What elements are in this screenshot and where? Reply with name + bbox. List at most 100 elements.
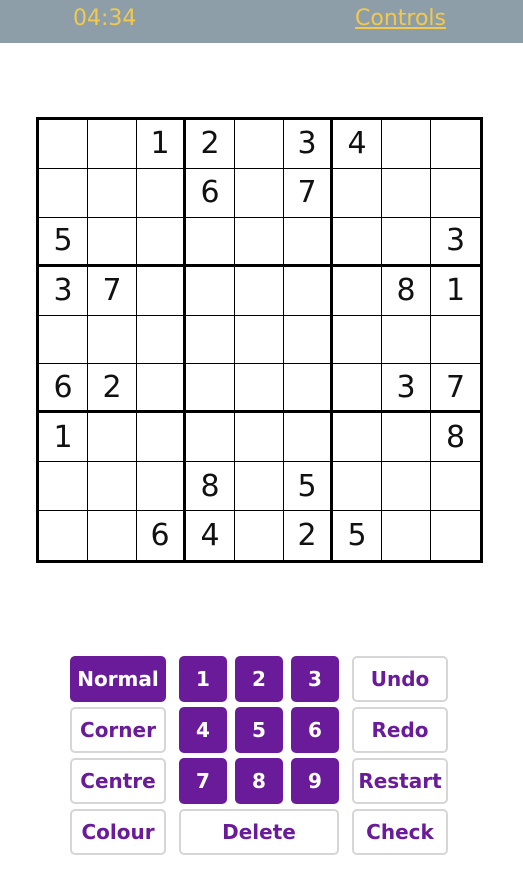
digit-5-button[interactable]: 5 xyxy=(235,707,283,753)
grid-cell-r6c8[interactable]: 3 xyxy=(382,364,431,414)
grid-cell-r1c7[interactable]: 4 xyxy=(333,120,382,169)
grid-cell-r3c6[interactable] xyxy=(284,217,333,267)
grid-cell-r3c5[interactable] xyxy=(235,217,284,267)
grid-cell-r2c8[interactable] xyxy=(382,168,431,218)
grid-cell-r8c5[interactable] xyxy=(235,462,284,512)
grid-cell-r5c2[interactable] xyxy=(88,315,137,365)
grid-cell-r4c1[interactable]: 3 xyxy=(39,266,88,316)
grid-cell-r1c3[interactable]: 1 xyxy=(137,120,186,169)
grid-cell-r3c9[interactable]: 3 xyxy=(431,218,480,267)
grid-cell-r2c7[interactable] xyxy=(333,168,382,218)
grid-cell-r7c6[interactable] xyxy=(284,413,333,463)
undo-button[interactable]: Undo xyxy=(352,656,448,702)
grid-cell-r9c9[interactable] xyxy=(431,511,480,560)
grid-cell-r9c1[interactable] xyxy=(39,511,88,560)
grid-cell-r1c6[interactable]: 3 xyxy=(284,120,333,169)
grid-cell-r3c7[interactable] xyxy=(333,217,382,267)
grid-cell-r8c3[interactable] xyxy=(137,462,186,512)
grid-cell-r4c9[interactable]: 1 xyxy=(431,267,480,316)
grid-cell-r6c1[interactable]: 6 xyxy=(39,364,88,414)
grid-cell-r1c1[interactable] xyxy=(39,120,88,169)
grid-cell-r5c5[interactable] xyxy=(235,315,284,365)
grid-cell-r8c1[interactable] xyxy=(39,462,88,512)
grid-cell-r1c5[interactable] xyxy=(235,120,284,169)
grid-cell-r4c6[interactable] xyxy=(284,266,333,316)
grid-cell-r3c1[interactable]: 5 xyxy=(39,217,88,267)
grid-cell-r8c4[interactable]: 8 xyxy=(186,462,235,512)
grid-cell-r8c8[interactable] xyxy=(382,462,431,512)
grid-cell-r1c4[interactable]: 2 xyxy=(186,120,235,169)
digit-7-button[interactable]: 7 xyxy=(179,758,227,804)
grid-cell-r5c8[interactable] xyxy=(382,315,431,365)
grid-cell-r5c6[interactable] xyxy=(284,315,333,365)
grid-cell-r5c1[interactable] xyxy=(39,315,88,365)
grid-cell-r9c6[interactable]: 2 xyxy=(284,511,333,560)
grid-cell-r4c8[interactable]: 8 xyxy=(382,266,431,316)
grid-cell-r5c9[interactable] xyxy=(431,316,480,365)
grid-cell-r8c9[interactable] xyxy=(431,462,480,512)
mode-centre-button[interactable]: Centre xyxy=(70,758,166,804)
digit-4-button[interactable]: 4 xyxy=(179,707,227,753)
grid-cell-r9c2[interactable] xyxy=(88,511,137,560)
grid-cell-r3c2[interactable] xyxy=(88,217,137,267)
grid-cell-r6c5[interactable] xyxy=(235,364,284,414)
grid-cell-r7c9[interactable]: 8 xyxy=(431,413,480,463)
grid-cell-r2c4[interactable]: 6 xyxy=(186,168,235,218)
grid-cell-r3c3[interactable] xyxy=(137,217,186,267)
grid-cell-r1c8[interactable] xyxy=(382,120,431,169)
grid-cell-r2c2[interactable] xyxy=(88,168,137,218)
mode-corner-button[interactable]: Corner xyxy=(70,707,166,753)
check-button[interactable]: Check xyxy=(352,809,448,855)
grid-cell-r9c7[interactable]: 5 xyxy=(333,511,382,560)
grid-cell-r3c4[interactable] xyxy=(186,217,235,267)
digit-8-button[interactable]: 8 xyxy=(235,758,283,804)
grid-cell-r6c2[interactable]: 2 xyxy=(88,364,137,414)
digit-3-button[interactable]: 3 xyxy=(291,656,339,702)
grid-cell-r4c7[interactable] xyxy=(333,266,382,316)
grid-cell-r6c9[interactable]: 7 xyxy=(431,364,480,414)
grid-cell-r7c4[interactable] xyxy=(186,413,235,463)
grid-cell-r4c3[interactable] xyxy=(137,266,186,316)
digit-1-button[interactable]: 1 xyxy=(179,656,227,702)
mode-colour-button[interactable]: Colour xyxy=(70,809,166,855)
grid-cell-r1c2[interactable] xyxy=(88,120,137,169)
grid-cell-r2c1[interactable] xyxy=(39,168,88,218)
grid-cell-r4c5[interactable] xyxy=(235,266,284,316)
grid-cell-r8c7[interactable] xyxy=(333,462,382,512)
grid-cell-r6c6[interactable] xyxy=(284,364,333,414)
grid-cell-r4c4[interactable] xyxy=(186,266,235,316)
grid-cell-r7c2[interactable] xyxy=(88,413,137,463)
digit-9-button[interactable]: 9 xyxy=(291,758,339,804)
grid-cell-r6c3[interactable] xyxy=(137,364,186,414)
grid-cell-r7c1[interactable]: 1 xyxy=(39,413,88,463)
mode-normal-button[interactable]: Normal xyxy=(70,656,166,702)
grid-cell-r5c3[interactable] xyxy=(137,315,186,365)
grid-cell-r5c4[interactable] xyxy=(186,315,235,365)
delete-button[interactable]: Delete xyxy=(179,809,339,855)
grid-cell-r2c5[interactable] xyxy=(235,168,284,218)
controls-link[interactable]: Controls xyxy=(355,6,446,31)
grid-cell-r7c5[interactable] xyxy=(235,413,284,463)
restart-button[interactable]: Restart xyxy=(352,758,448,804)
grid-cell-r5c7[interactable] xyxy=(333,315,382,365)
grid-cell-r8c6[interactable]: 5 xyxy=(284,462,333,512)
grid-cell-r6c7[interactable] xyxy=(333,364,382,414)
grid-cell-r2c9[interactable] xyxy=(431,169,480,218)
redo-button[interactable]: Redo xyxy=(352,707,448,753)
grid-cell-r9c4[interactable]: 4 xyxy=(186,511,235,560)
grid-cell-r2c6[interactable]: 7 xyxy=(284,168,333,218)
grid-cell-r7c7[interactable] xyxy=(333,413,382,463)
grid-cell-r6c4[interactable] xyxy=(186,364,235,414)
grid-cell-r9c8[interactable] xyxy=(382,511,431,560)
grid-cell-r1c9[interactable] xyxy=(431,120,480,169)
digit-6-button[interactable]: 6 xyxy=(291,707,339,753)
grid-cell-r9c3[interactable]: 6 xyxy=(137,511,186,560)
grid-cell-r8c2[interactable] xyxy=(88,462,137,512)
grid-cell-r3c8[interactable] xyxy=(382,217,431,267)
digit-2-button[interactable]: 2 xyxy=(235,656,283,702)
grid-cell-r9c5[interactable] xyxy=(235,511,284,560)
grid-cell-r7c8[interactable] xyxy=(382,413,431,463)
grid-cell-r7c3[interactable] xyxy=(137,413,186,463)
grid-cell-r2c3[interactable] xyxy=(137,168,186,218)
grid-cell-r4c2[interactable]: 7 xyxy=(88,266,137,316)
